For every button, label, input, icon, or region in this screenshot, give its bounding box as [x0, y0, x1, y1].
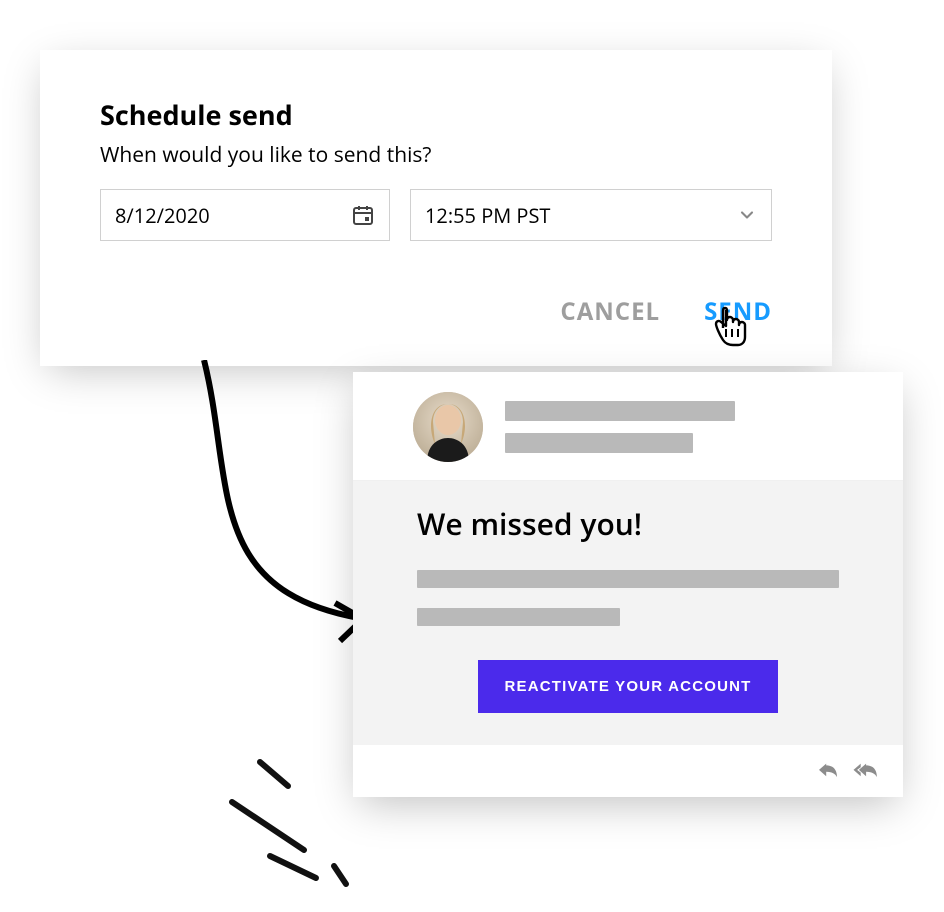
placeholder-line — [505, 433, 693, 453]
email-preview-card: We missed you! REACTIVATE YOUR ACCOUNT — [353, 372, 903, 797]
date-value: 8/12/2020 — [115, 202, 210, 229]
dialog-subtitle: When would you like to send this? — [100, 141, 772, 169]
schedule-send-dialog: Schedule send When would you like to sen… — [40, 50, 832, 366]
email-subject: We missed you! — [417, 503, 839, 544]
date-input[interactable]: 8/12/2020 — [100, 189, 390, 241]
placeholder-line — [505, 401, 735, 421]
email-body: We missed you! REACTIVATE YOUR ACCOUNT — [353, 481, 903, 745]
sender-lines — [505, 401, 875, 453]
chevron-down-icon[interactable] — [737, 205, 757, 225]
placeholder-line — [417, 570, 839, 588]
sender-avatar — [413, 392, 483, 462]
time-input[interactable]: 12:55 PM PST — [410, 189, 772, 241]
dialog-actions: CANCEL SEND — [100, 295, 772, 328]
schedule-fields: 8/12/2020 12:55 PM PST — [100, 189, 772, 241]
time-value: 12:55 PM PST — [425, 202, 550, 229]
dialog-title: Schedule send — [100, 96, 772, 133]
placeholder-line — [417, 608, 620, 626]
reply-icon[interactable] — [817, 760, 839, 783]
send-button[interactable]: SEND — [704, 295, 772, 328]
reactivate-account-button[interactable]: REACTIVATE YOUR ACCOUNT — [478, 660, 777, 713]
email-footer — [353, 745, 903, 797]
calendar-icon[interactable] — [351, 203, 375, 227]
cancel-button[interactable]: CANCEL — [560, 295, 660, 328]
email-header — [353, 372, 903, 481]
reply-all-icon[interactable] — [853, 760, 881, 783]
canvas: Schedule send When would you like to sen… — [0, 0, 944, 912]
